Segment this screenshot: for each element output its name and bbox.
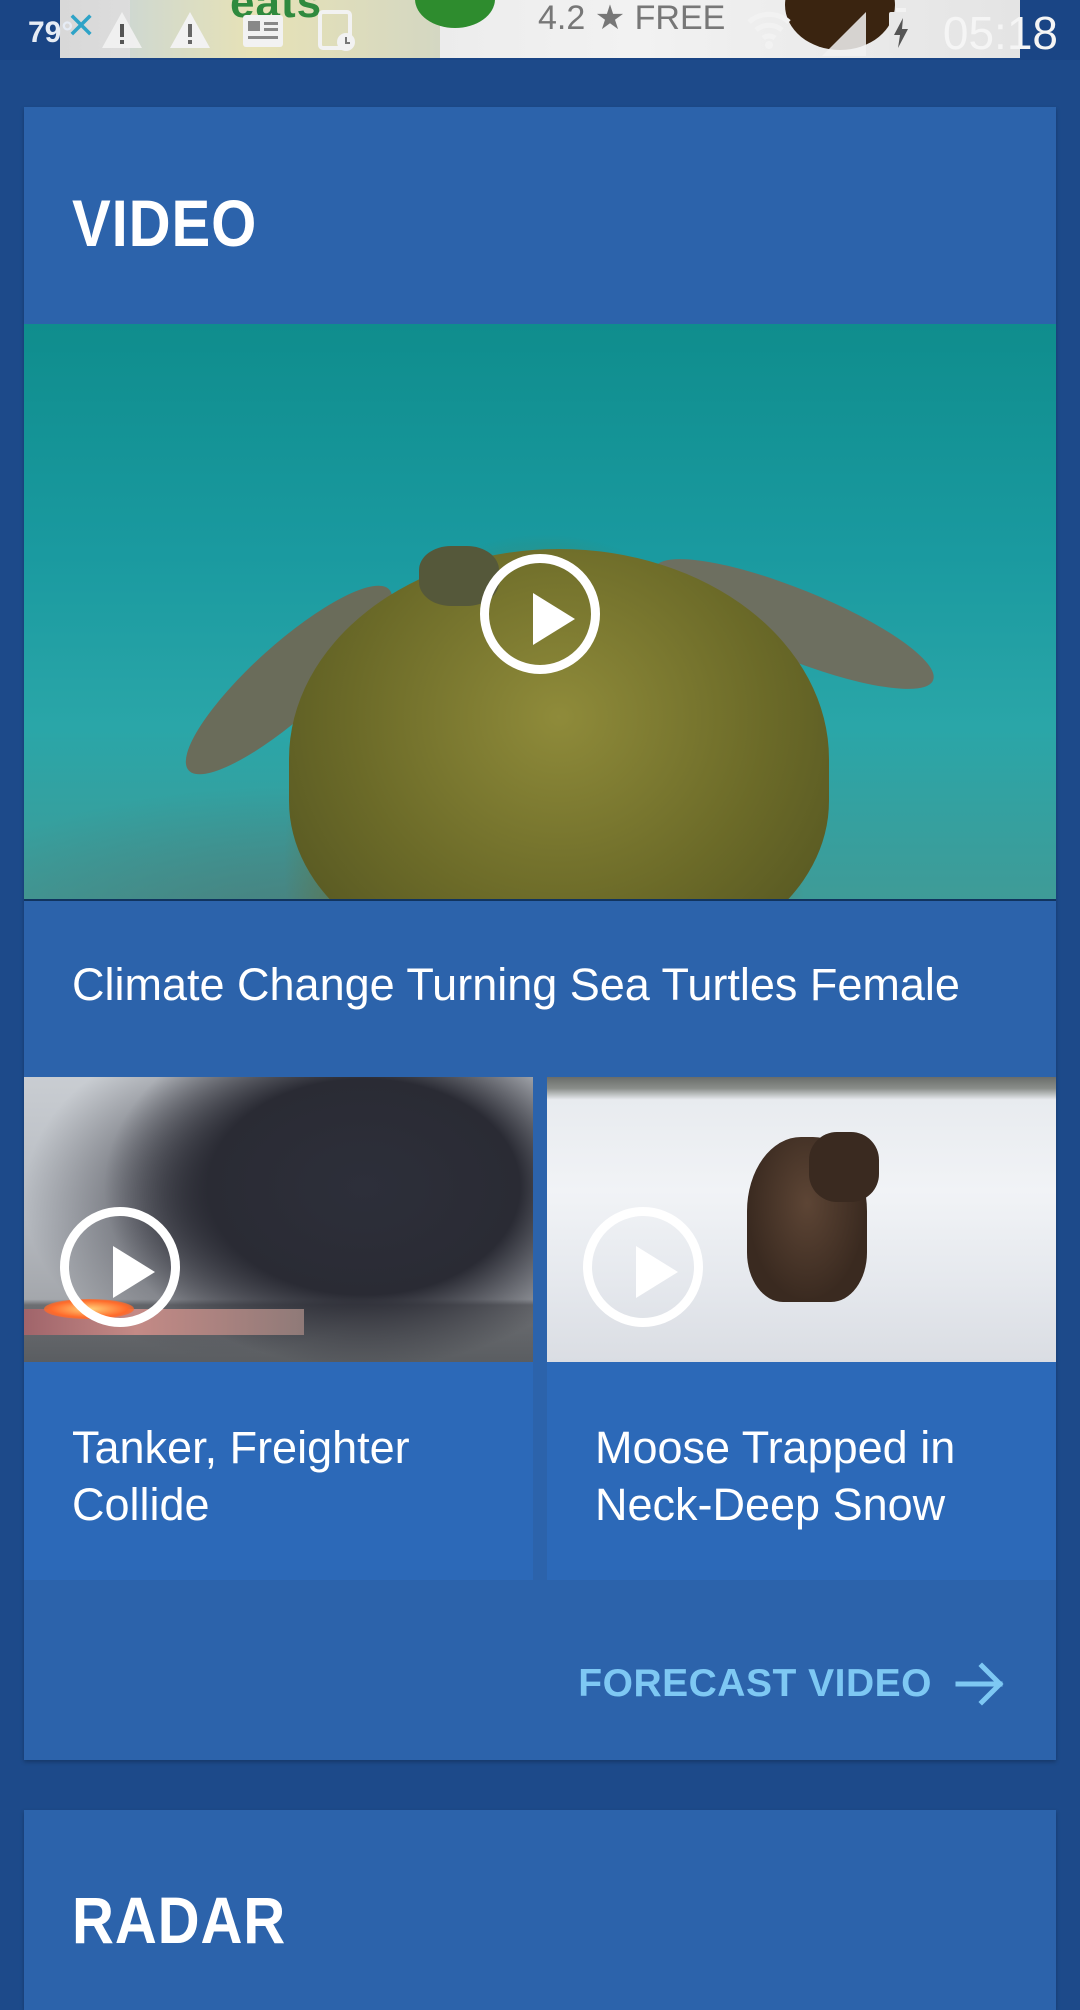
video-tile-tanker[interactable]: Tanker, Freighter Collide (24, 1077, 533, 1580)
video-thumbnail[interactable] (547, 1077, 1056, 1362)
arrow-right-icon (955, 1662, 1004, 1706)
play-icon[interactable] (583, 1207, 703, 1327)
video-title[interactable]: Tanker, Freighter Collide (72, 1419, 512, 1533)
wifi-icon (747, 11, 791, 49)
status-clock: 05:18 (942, 7, 1058, 59)
video-section-title: VIDEO (72, 186, 258, 260)
video-title[interactable]: Moose Trapped in Neck-Deep Snow (595, 1419, 1035, 1533)
forecast-video-link[interactable]: FORECAST VIDEO (578, 1654, 1006, 1714)
play-icon[interactable] (480, 554, 600, 674)
temperature-indicator: 79° (28, 16, 74, 49)
status-bar: eats ✕ 4.2 ★ FREE 79° 05:18 (0, 0, 1080, 60)
clipboard-clock-icon (318, 10, 355, 51)
radar-section-title: RADAR (72, 1883, 287, 1957)
signal-icon (822, 12, 866, 56)
play-icon[interactable] (60, 1207, 180, 1327)
thumbnail-image-part (809, 1132, 879, 1202)
news-icon (243, 15, 283, 47)
hero-video-thumbnail[interactable] (24, 324, 1056, 901)
battery-charging-icon (889, 8, 913, 53)
video-thumbnail[interactable] (24, 1077, 533, 1362)
radar-card: RADAR (24, 1810, 1056, 2010)
ad-rating: 4.2 ★ FREE (538, 0, 726, 37)
warning-icon (102, 12, 142, 48)
video-tile-moose[interactable]: Moose Trapped in Neck-Deep Snow (547, 1077, 1056, 1580)
forecast-video-label: FORECAST VIDEO (578, 1662, 932, 1705)
divider (24, 899, 1056, 901)
hero-video-title[interactable]: Climate Change Turning Sea Turtles Femal… (72, 959, 960, 1011)
warning-icon (170, 12, 210, 48)
video-card: VIDEO Climate Change Turning Sea Turtles… (24, 107, 1056, 1760)
